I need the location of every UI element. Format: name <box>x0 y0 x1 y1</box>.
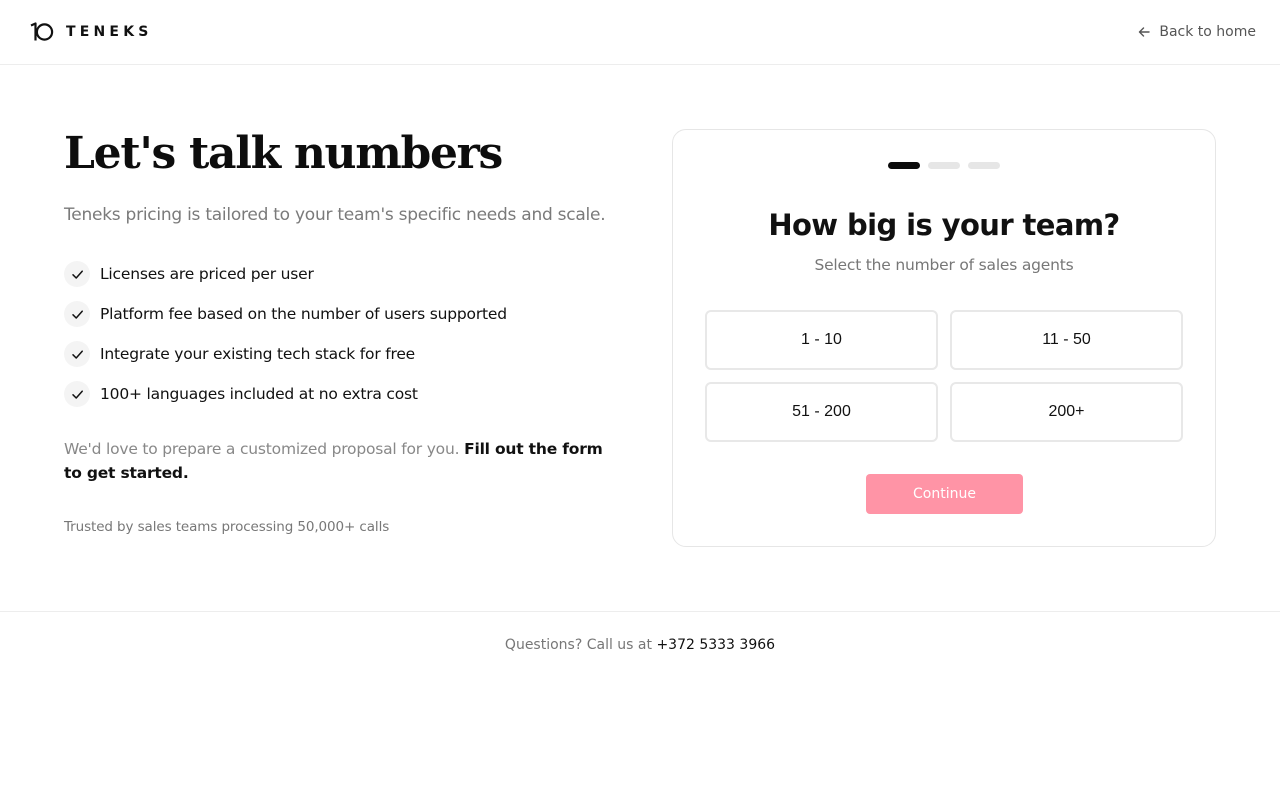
feature-item: 100+ languages included at no extra cost <box>64 380 507 408</box>
phone-link[interactable]: +372 5333 3966 <box>656 637 775 653</box>
site-footer: Questions? Call us at +372 5333 3966 <box>0 611 1280 681</box>
step-indicator <box>888 162 1008 169</box>
team-size-option-11-50[interactable]: 11 - 50 <box>950 310 1183 370</box>
trust-statement: Trusted by sales teams processing 50,000… <box>64 519 390 535</box>
team-size-option-51-200[interactable]: 51 - 200 <box>705 382 938 442</box>
back-to-home-link[interactable]: Back to home <box>1137 22 1256 42</box>
feature-list: Licenses are priced per user Platform fe… <box>64 260 507 420</box>
page-title: Let's talk numbers <box>64 128 503 179</box>
feature-item: Integrate your existing tech stack for f… <box>64 340 507 368</box>
check-icon <box>64 341 90 367</box>
proposal-text: We'd love to prepare a customized propos… <box>64 437 624 485</box>
check-icon <box>64 261 90 287</box>
continue-button[interactable]: Continue <box>866 474 1023 514</box>
teneks-logo-icon <box>30 22 54 41</box>
team-size-form-card: How big is your team? Select the number … <box>672 129 1216 547</box>
footer-contact: Questions? Call us at +372 5333 3966 <box>0 637 1280 653</box>
step-dot <box>968 162 1000 169</box>
step-dot-active <box>888 162 920 169</box>
check-icon <box>64 301 90 327</box>
feature-item: Licenses are priced per user <box>64 260 507 288</box>
logo[interactable]: TENEKS <box>30 22 153 42</box>
back-to-home-label: Back to home <box>1159 24 1256 40</box>
page-subtitle: Teneks pricing is tailored to your team'… <box>64 205 606 225</box>
feature-text: Licenses are priced per user <box>100 265 314 283</box>
team-size-option-200-plus[interactable]: 200+ <box>950 382 1183 442</box>
proposal-lead: We'd love to prepare a customized propos… <box>64 440 460 458</box>
feature-text: Platform fee based on the number of user… <box>100 305 507 323</box>
feature-item: Platform fee based on the number of user… <box>64 300 507 328</box>
check-icon <box>64 381 90 407</box>
footer-question: Questions? Call us at <box>504 637 652 653</box>
team-size-options: 1 - 10 11 - 50 51 - 200 200+ <box>705 310 1183 442</box>
form-subtitle: Select the number of sales agents <box>814 256 1074 274</box>
feature-text: 100+ languages included at no extra cost <box>100 385 418 403</box>
step-dot <box>928 162 960 169</box>
brand-name: TENEKS <box>66 24 153 40</box>
arrow-left-icon <box>1139 27 1151 37</box>
form-title: How big is your team? <box>768 208 1120 242</box>
team-size-option-1-10[interactable]: 1 - 10 <box>705 310 938 370</box>
feature-text: Integrate your existing tech stack for f… <box>100 345 415 363</box>
site-header: TENEKS Back to home <box>0 0 1280 65</box>
